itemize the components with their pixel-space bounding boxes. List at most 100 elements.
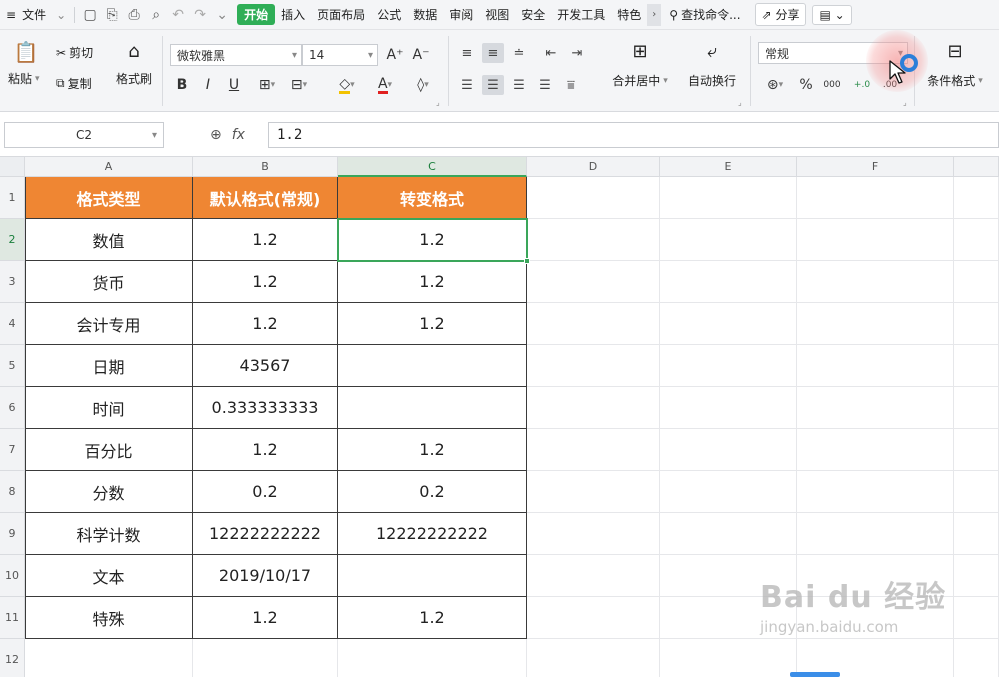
cell-d1[interactable] (527, 177, 660, 219)
cell-filler[interactable] (954, 177, 999, 219)
cell-a9[interactable]: 科学计数 (25, 513, 193, 555)
cell-d9[interactable] (527, 513, 660, 555)
print-icon[interactable]: ⎙ (123, 4, 145, 26)
cell-a6[interactable]: 时间 (25, 387, 193, 429)
zoom-search-icon[interactable]: ⊕ (210, 127, 222, 143)
cell-style-icon[interactable]: ⊟ ▾ (284, 75, 314, 95)
cell-b12[interactable] (193, 639, 338, 677)
row-header-1[interactable]: 1 (0, 177, 25, 219)
redo-icon[interactable]: ↷ (189, 4, 211, 26)
bold-button[interactable]: B (172, 75, 192, 95)
cell-filler[interactable] (954, 429, 999, 471)
cell-d11[interactable] (527, 597, 660, 639)
row-header-2[interactable]: 2 (0, 219, 25, 261)
tab-special[interactable]: 特色 (611, 6, 647, 23)
cell-filler[interactable] (954, 303, 999, 345)
cell-c5[interactable] (338, 345, 527, 387)
cell-f5[interactable] (797, 345, 954, 387)
align-middle-icon[interactable]: ≡ (482, 43, 504, 63)
cell-e8[interactable] (660, 471, 797, 513)
cell-c9[interactable]: 12222222222 (338, 513, 527, 555)
column-header-d[interactable]: D (527, 157, 660, 177)
row-header-8[interactable]: 8 (0, 471, 25, 513)
tab-data[interactable]: 数据 (407, 6, 443, 23)
cell-filler[interactable] (954, 219, 999, 261)
cell-b9[interactable]: 12222222222 (193, 513, 338, 555)
command-search[interactable]: ⚲ 查找命令... (669, 6, 740, 23)
thousands-separator-button[interactable]: 000 (822, 75, 842, 95)
cell-d7[interactable] (527, 429, 660, 471)
cell-c10[interactable] (338, 555, 527, 597)
shrink-font-button[interactable]: A⁻ (410, 45, 432, 65)
increase-decimal-icon[interactable]: +.0 (852, 75, 872, 95)
undo-icon[interactable]: ↶ (167, 4, 189, 26)
tab-home[interactable]: 开始 (237, 4, 276, 25)
grow-font-button[interactable]: A⁺ (384, 45, 406, 65)
cell-e1[interactable] (660, 177, 797, 219)
cell-f4[interactable] (797, 303, 954, 345)
cell-c11[interactable]: 1.2 (338, 597, 527, 639)
underline-button[interactable]: U (224, 75, 244, 95)
row-header-5[interactable]: 5 (0, 345, 25, 387)
cell-a8[interactable]: 分数 (25, 471, 193, 513)
copy-button[interactable]: ⧉ 复制 (56, 75, 92, 92)
alignment-dialog-launcher-icon[interactable]: ⌟ (738, 98, 742, 107)
font-color-icon[interactable]: A ▾ (370, 75, 400, 95)
cell-c2[interactable]: 1.2 (338, 219, 527, 261)
increase-indent-icon[interactable]: ⇥ (566, 43, 588, 63)
hamburger-menu-icon[interactable]: ≡ (0, 8, 22, 22)
justify-icon[interactable]: ☰ (534, 75, 556, 95)
align-right-icon[interactable]: ☰ (508, 75, 530, 95)
column-header-b[interactable]: B (193, 157, 338, 177)
row-header-9[interactable]: 9 (0, 513, 25, 555)
cell-c3[interactable]: 1.2 (338, 261, 527, 303)
column-header-a[interactable]: A (25, 157, 193, 177)
italic-button[interactable]: I (198, 75, 218, 95)
cell-b3[interactable]: 1.2 (193, 261, 338, 303)
cell-d12[interactable] (527, 639, 660, 677)
cell-b8[interactable]: 0.2 (193, 471, 338, 513)
cell-f7[interactable] (797, 429, 954, 471)
tab-page-layout[interactable]: 页面布局 (311, 6, 371, 23)
cell-filler[interactable] (954, 387, 999, 429)
table-header-cell[interactable]: 默认格式(常规) (193, 177, 338, 219)
cell-d4[interactable] (527, 303, 660, 345)
paste-button[interactable]: 📋 粘贴 ▾ (8, 40, 44, 87)
customize-dropdown-icon[interactable]: ⌄ (211, 4, 233, 26)
cell-filler[interactable] (954, 555, 999, 597)
cell-c4[interactable]: 1.2 (338, 303, 527, 345)
cell-filler[interactable] (954, 345, 999, 387)
share-button[interactable]: ⇗ 分享 (754, 3, 807, 26)
row-header-12[interactable]: 12 (0, 639, 25, 677)
print-preview-icon[interactable]: ⌕ (145, 4, 167, 26)
menu-file[interactable]: 文件 (22, 6, 52, 23)
cell-e4[interactable] (660, 303, 797, 345)
cell-b4[interactable]: 1.2 (193, 303, 338, 345)
table-header-cell[interactable]: 格式类型 (25, 177, 193, 219)
row-header-3[interactable]: 3 (0, 261, 25, 303)
cell-e2[interactable] (660, 219, 797, 261)
align-left-icon[interactable]: ☰ (456, 75, 478, 95)
column-header-f[interactable]: F (797, 157, 954, 177)
formula-input[interactable]: 1.2 (268, 122, 999, 148)
chevron-down-icon[interactable]: ⌄ (52, 8, 70, 22)
border-icon[interactable]: ⊞ ▾ (252, 75, 282, 95)
decrease-indent-icon[interactable]: ⇤ (540, 43, 562, 63)
percent-button[interactable]: % (796, 75, 816, 95)
row-header-11[interactable]: 11 (0, 597, 25, 639)
cut-button[interactable]: ✂ 剪切 (56, 44, 93, 61)
cell-b10[interactable]: 2019/10/17 (193, 555, 338, 597)
column-header-c[interactable]: C (338, 157, 527, 177)
cell-filler[interactable] (954, 471, 999, 513)
currency-icon[interactable]: ⊛ ▾ (760, 75, 790, 95)
cell-filler[interactable] (954, 639, 999, 677)
column-header-e[interactable]: E (660, 157, 797, 177)
cell-b2[interactable]: 1.2 (193, 219, 338, 261)
export-icon[interactable]: ⎘ (101, 4, 123, 26)
row-header-10[interactable]: 10 (0, 555, 25, 597)
tab-developer[interactable]: 开发工具 (551, 6, 611, 23)
fill-handle[interactable] (524, 258, 530, 264)
select-all-corner[interactable] (0, 157, 25, 177)
cell-b11[interactable]: 1.2 (193, 597, 338, 639)
cell-a2[interactable]: 数值 (25, 219, 193, 261)
